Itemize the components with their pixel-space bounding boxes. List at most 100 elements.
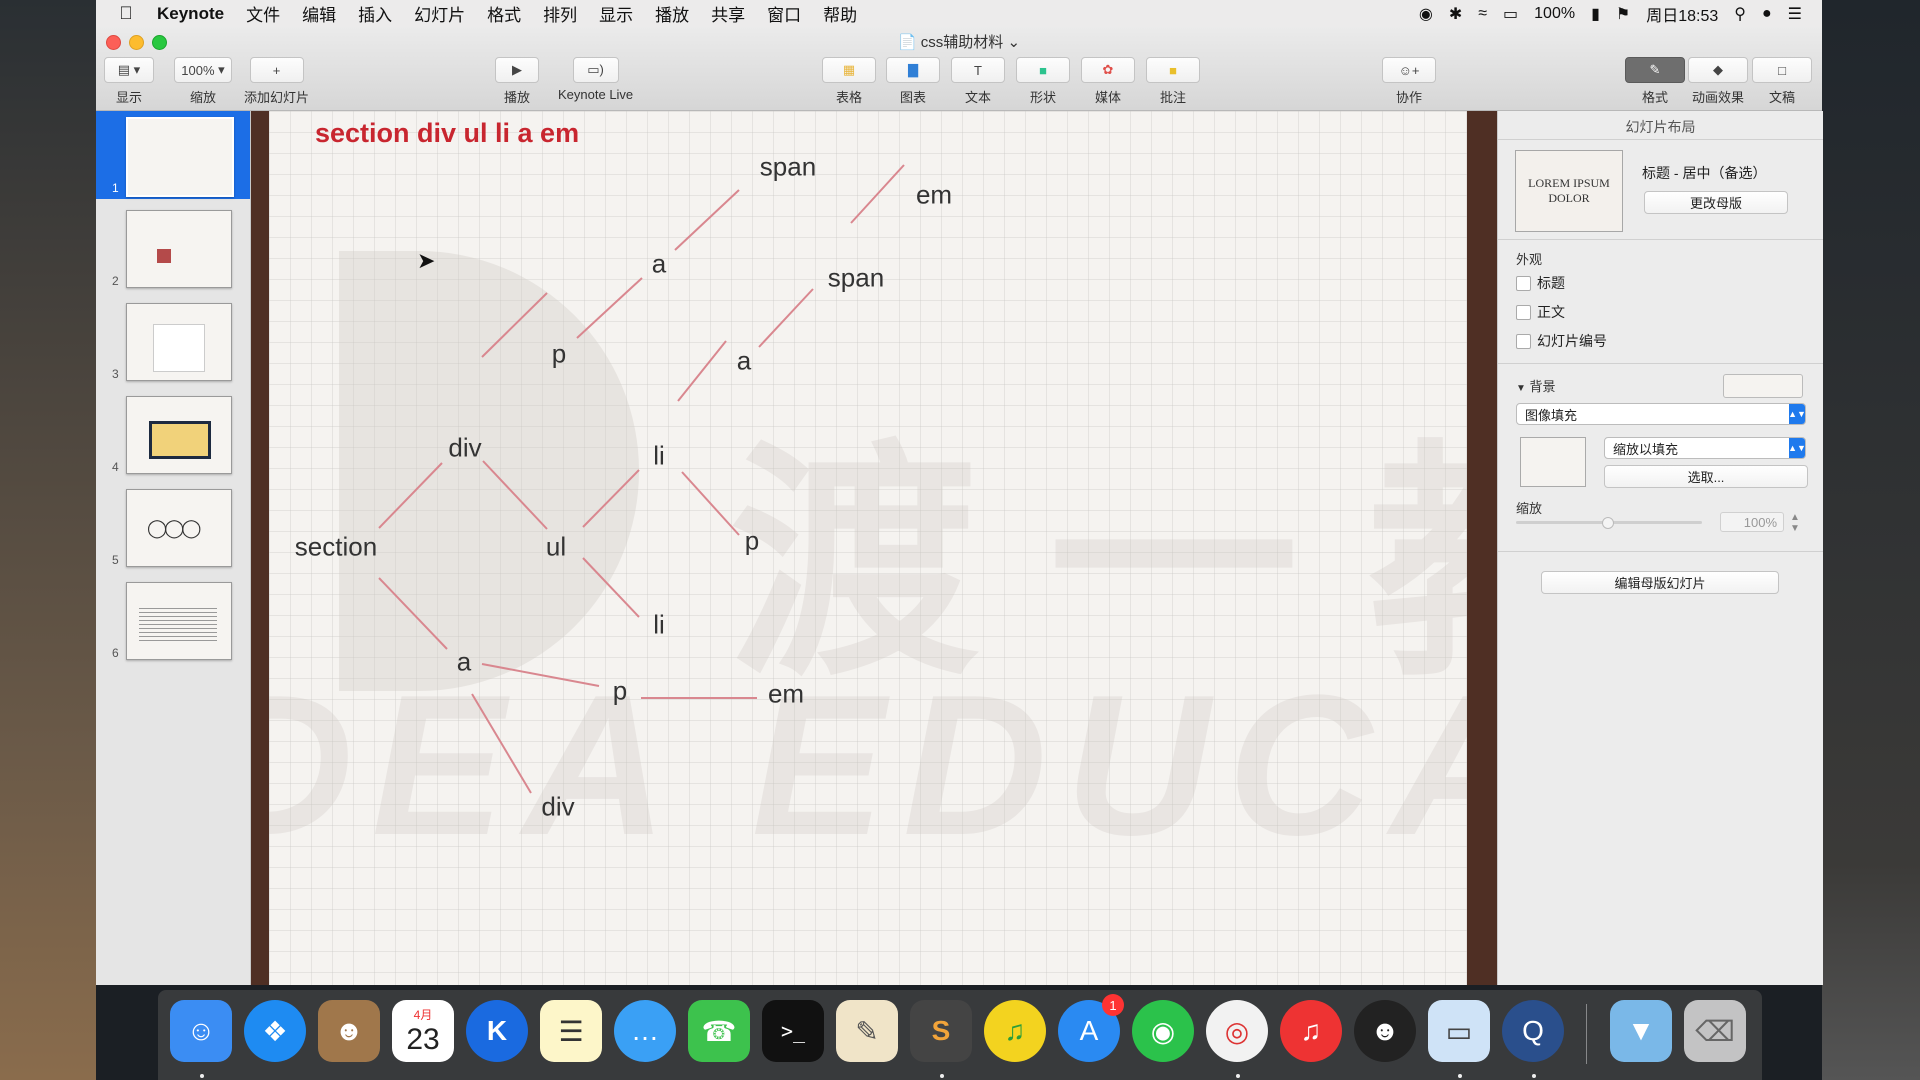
tree-connector-line[interactable] [576, 277, 643, 339]
animate-button[interactable]: ◆ [1688, 57, 1748, 83]
fill-type-select[interactable]: 图像填充 ▲▼ [1516, 403, 1806, 425]
downloads-folder-icon[interactable]: ▼ [1610, 1000, 1672, 1062]
input-source-icon[interactable]: ⚑ [1616, 4, 1630, 24]
music-app-icon[interactable]: ♫ [984, 1000, 1046, 1062]
terminal-icon[interactable]: >_ [762, 1000, 824, 1062]
slide-thumbnail-3[interactable]: 3 [96, 297, 250, 385]
add-slide-button[interactable]: + [249, 57, 304, 83]
text-button[interactable]: T [951, 57, 1005, 83]
checkbox-box[interactable] [1516, 333, 1531, 349]
menu-slide[interactable]: 幻灯片 [414, 1, 465, 26]
menu-play[interactable]: 播放 [655, 1, 689, 26]
node-a[interactable]: a [737, 346, 751, 377]
master-layout-thumbnail[interactable]: LOREM IPSUM DOLOR [1515, 150, 1623, 232]
document-button[interactable]: □ [1752, 57, 1812, 83]
clock[interactable]: 周日18:53 [1646, 2, 1718, 26]
comment-button[interactable]: ■ [1146, 57, 1200, 83]
tree-connector-line[interactable] [378, 462, 443, 529]
node-a[interactable]: a [457, 647, 471, 678]
menu-file[interactable]: 文件 [246, 1, 280, 26]
app-menu[interactable]: Keynote [157, 4, 224, 24]
bluetooth-icon[interactable]: ✱ [1449, 4, 1462, 24]
node-a[interactable]: a [652, 249, 666, 280]
node-p[interactable]: p [745, 526, 759, 557]
menu-edit[interactable]: 编辑 [302, 1, 336, 26]
tree-connector-line[interactable] [582, 469, 640, 528]
node-em[interactable]: em [916, 180, 952, 211]
edit-master-slide-button[interactable]: 编辑母版幻灯片 [1541, 571, 1779, 594]
quicktime-icon[interactable]: Q [1502, 1000, 1564, 1062]
netease-music-icon[interactable]: ♫ [1280, 1000, 1342, 1062]
tree-connector-line[interactable] [471, 693, 532, 794]
airplay-icon[interactable]: ▭ [1503, 4, 1518, 24]
shape-button[interactable]: ■ [1016, 57, 1070, 83]
menu-view[interactable]: 显示 [599, 1, 633, 26]
contacts-icon[interactable]: ☻ [318, 1000, 380, 1062]
format-button[interactable]: ✎ [1625, 57, 1685, 83]
slide-thumbnail-1[interactable]: 1 [96, 111, 250, 199]
tree-connector-line[interactable] [481, 663, 600, 687]
choose-image-button[interactable]: 选取... [1604, 465, 1808, 488]
menu-insert[interactable]: 插入 [358, 1, 392, 26]
textedit-icon[interactable]: ✎ [836, 1000, 898, 1062]
node-div[interactable]: div [448, 433, 481, 464]
table-button[interactable]: ▦ [822, 57, 876, 83]
menu-window[interactable]: 窗口 [767, 1, 801, 26]
node-p[interactable]: p [613, 676, 627, 707]
tree-connector-line[interactable] [758, 288, 814, 348]
menu-format[interactable]: 格式 [487, 1, 521, 26]
siri-icon[interactable]: ● [1762, 5, 1772, 23]
document-title[interactable]: 📄 css辅助材料 ⌄ [96, 31, 1822, 52]
checkbox-box[interactable] [1516, 275, 1531, 291]
change-master-button[interactable]: 更改母版 [1644, 191, 1788, 214]
slide-thumbnail-6[interactable]: 6 [96, 576, 250, 664]
media-button[interactable]: ✿ [1081, 57, 1135, 83]
menu-help[interactable]: 帮助 [823, 1, 857, 26]
play-button[interactable]: ▶ [495, 57, 539, 83]
tree-connector-line[interactable] [582, 557, 640, 618]
tree-connector-line[interactable] [681, 471, 740, 536]
tree-connector-line[interactable] [674, 189, 740, 251]
apple-menu-icon[interactable]:  [106, 3, 146, 24]
slide-canvas[interactable]: 渡 一 教 育 DEA EDUCATION section div ul li … [269, 111, 1467, 985]
battery-text[interactable]: 100% [1534, 5, 1575, 23]
node-em[interactable]: em [768, 679, 804, 710]
trash-icon[interactable]: ⌫ [1684, 1000, 1746, 1062]
notification-center-icon[interactable]: ☰ [1788, 4, 1802, 24]
tree-connector-line[interactable] [850, 164, 905, 224]
slide-thumbnail-2[interactable]: 2 [96, 204, 250, 292]
chart-button[interactable]: ▇ [886, 57, 940, 83]
slide-thumbnail-4[interactable]: 4 [96, 390, 250, 478]
sublime-text-icon[interactable]: S [910, 1000, 972, 1062]
slide-thumbnail-5[interactable]: ◯◯◯ 5 [96, 483, 250, 571]
tree-connector-line[interactable] [378, 577, 448, 650]
messages-icon[interactable]: … [614, 1000, 676, 1062]
spotlight-icon[interactable]: ⚲ [1734, 4, 1746, 24]
keynote-live-button[interactable]: ▭) [572, 57, 619, 83]
zoom-select[interactable]: 100% ▾ [174, 57, 232, 83]
body-checkbox[interactable]: 正文 [1516, 302, 1565, 322]
scale-mode-select[interactable]: 缩放以填充 ▲▼ [1604, 437, 1806, 459]
checkbox-box[interactable] [1516, 304, 1531, 320]
node-span[interactable]: span [760, 152, 816, 183]
chrome-icon[interactable]: ◎ [1206, 1000, 1268, 1062]
keynote-presentation-icon[interactable]: ▭ [1428, 1000, 1490, 1062]
battery-icon[interactable]: ▮ [1591, 4, 1600, 24]
menu-share[interactable]: 共享 [711, 1, 745, 26]
node-ul[interactable]: ul [546, 532, 566, 563]
slider-knob[interactable] [1602, 517, 1614, 529]
scale-value-field[interactable]: 100% [1720, 512, 1784, 532]
menu-arrange[interactable]: 排列 [543, 1, 577, 26]
keynote-app-icon[interactable]: K [466, 1000, 528, 1062]
qq-icon[interactable]: ☻ [1354, 1000, 1416, 1062]
notes-icon[interactable]: ☰ [540, 1000, 602, 1062]
tree-connector-line[interactable] [677, 340, 727, 402]
background-section-toggle[interactable]: ▼ 背景 [1516, 376, 1556, 395]
view-button[interactable]: ▤ ▾ [104, 57, 154, 83]
node-li[interactable]: li [653, 610, 665, 641]
title-checkbox[interactable]: 标题 [1516, 273, 1565, 293]
finder-icon[interactable]: ☺ [170, 1000, 232, 1062]
collab-button[interactable]: ☺+ [1382, 57, 1436, 83]
facetime-icon[interactable]: ☎ [688, 1000, 750, 1062]
record-icon[interactable]: ◉ [1419, 4, 1433, 24]
